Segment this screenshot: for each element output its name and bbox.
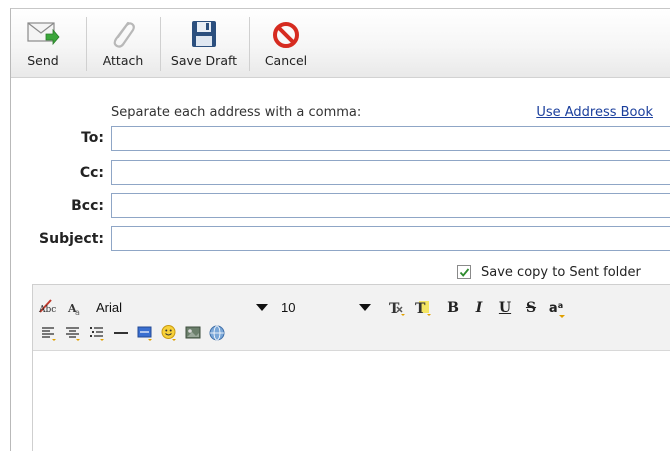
chevron-down-icon xyxy=(359,304,371,311)
attach-label: Attach xyxy=(102,53,144,68)
insert-box-icon xyxy=(137,326,152,341)
underline-button[interactable]: U xyxy=(495,298,515,318)
italic-button[interactable]: I xyxy=(469,298,489,318)
save-draft-icon xyxy=(187,19,221,49)
text-color-icon: T xyxy=(389,301,405,317)
compose-toolbar: Send Attach Save Draft Cancel xyxy=(11,9,670,78)
subject-field[interactable] xyxy=(111,226,670,251)
save-copy-option: Save copy to Sent folder xyxy=(457,263,641,281)
cancel-label: Cancel xyxy=(264,53,308,68)
use-address-book-link[interactable]: Use Address Book xyxy=(536,105,653,120)
message-editor: Abc A a Arial 10 T T B I U S aa xyxy=(32,284,670,451)
image-icon xyxy=(185,326,201,339)
highlight-color-icon: T xyxy=(415,301,431,317)
font-style-button[interactable]: A a xyxy=(65,298,85,318)
attach-icon xyxy=(106,19,140,49)
chevron-down-icon xyxy=(256,304,268,311)
svg-text:a: a xyxy=(75,308,80,316)
superscript-icon: aa xyxy=(548,300,566,318)
superscript-glyph: a xyxy=(548,300,558,316)
horizontal-rule-icon xyxy=(114,332,128,334)
bcc-field[interactable] xyxy=(111,193,670,218)
strikethrough-icon: S xyxy=(525,300,537,316)
subject-label: Subject: xyxy=(39,231,104,247)
superscript-button[interactable]: aa xyxy=(546,298,566,318)
bold-icon: B xyxy=(447,300,459,316)
save-copy-label: Save copy to Sent folder xyxy=(481,264,641,280)
save-copy-checkbox[interactable] xyxy=(457,265,471,279)
checkmark-icon xyxy=(459,268,470,277)
cc-field[interactable] xyxy=(111,160,670,185)
text-color-button[interactable]: T xyxy=(387,298,407,318)
toolbar-divider xyxy=(86,17,87,71)
highlight-color-button[interactable]: T xyxy=(413,298,433,318)
font-family-select[interactable]: Arial xyxy=(94,298,272,317)
send-button[interactable]: Send xyxy=(17,9,69,77)
send-icon xyxy=(26,19,60,49)
emoticon-button[interactable] xyxy=(159,323,179,343)
insert-box-button[interactable] xyxy=(135,323,155,343)
font-style-icon: A a xyxy=(67,302,80,316)
toolbar-divider xyxy=(160,17,161,71)
cancel-button[interactable]: Cancel xyxy=(257,9,315,77)
send-label: Send xyxy=(27,53,59,68)
compose-window: Send Attach Save Draft Cancel Separate e… xyxy=(10,8,670,451)
list-icon xyxy=(90,327,104,341)
cancel-icon xyxy=(269,19,303,49)
svg-text:T: T xyxy=(415,301,426,317)
bold-button[interactable]: B xyxy=(443,298,463,318)
align-center-button[interactable] xyxy=(63,323,83,343)
spellcheck-icon: Abc xyxy=(37,298,61,318)
align-left-icon xyxy=(42,327,56,341)
font-size-select[interactable]: 10 xyxy=(279,298,375,317)
align-left-button[interactable] xyxy=(39,323,59,343)
message-body[interactable] xyxy=(33,351,670,451)
toolbar-divider xyxy=(249,17,250,71)
address-hint: Separate each address with a comma: xyxy=(111,105,362,120)
to-label: To: xyxy=(81,130,104,146)
insert-link-icon xyxy=(209,325,225,341)
font-family-value: Arial xyxy=(96,300,123,315)
attach-button[interactable]: Attach xyxy=(97,9,149,77)
horizontal-rule-button[interactable] xyxy=(111,323,131,343)
save-draft-button[interactable]: Save Draft xyxy=(165,9,243,77)
align-center-icon xyxy=(66,327,80,341)
underline-icon: U xyxy=(498,300,512,316)
strikethrough-button[interactable]: S xyxy=(521,298,541,318)
emoticon-icon xyxy=(161,325,176,341)
spellcheck-button[interactable]: Abc xyxy=(37,298,61,318)
insert-link-button[interactable] xyxy=(207,323,227,343)
font-size-value: 10 xyxy=(281,300,296,315)
list-button[interactable] xyxy=(87,323,107,343)
italic-icon: I xyxy=(475,300,483,316)
to-field[interactable] xyxy=(111,126,670,151)
insert-image-button[interactable] xyxy=(183,323,203,343)
cc-label: Cc: xyxy=(79,165,104,181)
save-draft-label: Save Draft xyxy=(170,53,238,68)
editor-toolbar: Abc A a Arial 10 T T B I U S aa xyxy=(33,285,670,351)
bcc-label: Bcc: xyxy=(71,198,104,214)
spellcheck-text: Abc xyxy=(39,305,57,315)
